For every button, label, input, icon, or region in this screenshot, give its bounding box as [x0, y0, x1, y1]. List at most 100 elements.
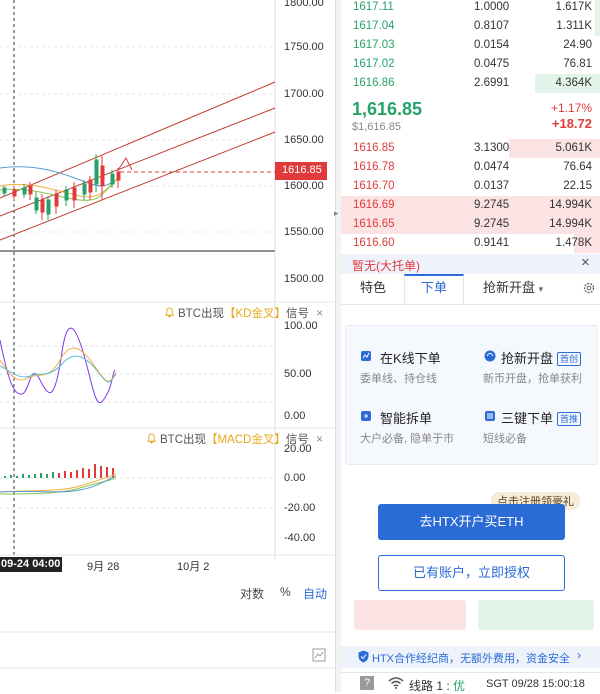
- feature-three-key-sub: 短线必备: [483, 433, 527, 445]
- feature-new-listing-title[interactable]: 抢新开盘 首创: [501, 348, 582, 367]
- sell-button-placeholder[interactable]: [354, 600, 466, 630]
- order-price: 1616.60: [353, 237, 395, 249]
- time-cursor-label: 09-24 04:00: [1, 558, 61, 570]
- bell-icon: [146, 433, 157, 444]
- order-total: 1.617K: [555, 1, 592, 13]
- first-badge: 首创: [557, 352, 582, 366]
- order-price: 1616.85: [353, 142, 395, 154]
- order-total: 4.364K: [555, 77, 592, 89]
- price-axis-label: 1650.00: [284, 134, 324, 146]
- feature-kline-order-sub: 委单线、持仓线: [360, 373, 437, 385]
- order-total: 14.994K: [549, 199, 592, 211]
- screenshot-icon[interactable]: [312, 648, 326, 662]
- order-price: 1617.02: [353, 58, 395, 70]
- last-price: 1,616.85: [352, 99, 423, 119]
- kd-axis-label: 0.00: [284, 410, 306, 422]
- log-scale-toggle[interactable]: 对数: [240, 585, 264, 602]
- change-absolute: +18.72: [551, 116, 592, 131]
- connection-quality: 优: [453, 679, 466, 693]
- orderbook-row[interactable]: 1617.02 0.0475 76.81: [341, 55, 600, 74]
- shield-icon: [358, 650, 369, 663]
- feature-new-listing-sub: 新币开盘，抢单获利: [483, 373, 582, 385]
- price-axis-label: 1500.00: [284, 273, 324, 285]
- time-axis-label: 9月 28: [87, 561, 120, 573]
- order-price: 1616.69: [353, 199, 395, 211]
- orderbook-row[interactable]: 1617.04 0.8107 1.311K: [341, 17, 600, 36]
- depth-bar: [595, 0, 600, 17]
- orderbook-row[interactable]: 1616.60 0.9141 1.478K: [341, 234, 600, 253]
- help-icon[interactable]: ?: [360, 676, 374, 690]
- order-price: 1617.11: [353, 1, 394, 13]
- order-total: 24.90: [563, 39, 592, 51]
- macd-axis-label: 20.00: [284, 443, 312, 455]
- chevron-right-icon[interactable]: ▸: [334, 208, 339, 219]
- order-amount: 0.0154: [474, 39, 510, 51]
- price-axis-label: 1700.00: [284, 88, 324, 100]
- chevron-right-icon: ›: [577, 648, 581, 662]
- order-amount: 0.8107: [474, 20, 510, 32]
- price-channel: [0, 81, 276, 241]
- current-price-label: 1616.85: [282, 164, 322, 176]
- order-price: 1616.65: [353, 218, 395, 230]
- caret-down-icon: ▾: [538, 284, 544, 294]
- auto-scale-toggle[interactable]: 自动: [303, 585, 327, 602]
- order-price: 1616.78: [353, 161, 395, 173]
- orderbook-row[interactable]: 1616.85 3.1300 5.061K: [341, 139, 600, 158]
- tab-order[interactable]: 下单: [421, 280, 447, 304]
- percent-scale-toggle[interactable]: %: [280, 585, 291, 599]
- settings-icon[interactable]: [582, 281, 596, 295]
- macd-axis-label: -40.00: [284, 532, 316, 544]
- price-axis-label: 1800.00: [284, 0, 324, 9]
- orderbook-status: 暂无(大托单): [352, 259, 420, 273]
- orderbook-row[interactable]: 1616.69 9.2745 14.994K: [341, 196, 600, 215]
- smart-split-icon: [361, 411, 371, 421]
- open-account-buy-button[interactable]: 去HTX开户买ETH: [378, 504, 565, 540]
- change-percent: +1.17%: [550, 101, 592, 115]
- orderbook-row[interactable]: 1617.03 0.0154 24.90: [341, 36, 600, 55]
- recommended-badge: 首推: [557, 412, 582, 426]
- order-amount: 9.2745: [474, 218, 510, 230]
- price-axis-label: 1750.00: [284, 41, 324, 53]
- kd-axis-label: 50.00: [284, 368, 312, 380]
- new-listing-icon: [484, 350, 496, 362]
- close-icon[interactable]: ×: [316, 308, 323, 320]
- wifi-icon: [388, 677, 404, 689]
- order-total: 1.311K: [556, 20, 592, 32]
- order-total: 14.994K: [549, 218, 592, 230]
- orderbook-row[interactable]: 1616.78 0.0474 76.64: [341, 158, 600, 177]
- buy-button-placeholder[interactable]: [478, 600, 594, 630]
- close-icon[interactable]: ×: [581, 254, 590, 271]
- authorize-login-button[interactable]: 已有账户，立即授权: [378, 555, 565, 591]
- connection-line[interactable]: 线路 1 : 优: [409, 677, 465, 694]
- orderbook-row[interactable]: 1617.11 1.0000 1.617K: [341, 0, 600, 17]
- clock: SGT 09/28 15:00:18: [486, 678, 585, 690]
- order-total: 1.478K: [555, 237, 592, 249]
- orderbook-row[interactable]: 1616.86 2.6991 4.364K: [341, 74, 600, 93]
- candles: [2, 154, 121, 220]
- bell-icon: [164, 307, 175, 318]
- macd-axis-label: 0.00: [284, 472, 306, 484]
- order-amount: 2.6991: [474, 77, 510, 89]
- kd-line-purple: [0, 327, 116, 403]
- order-price: 1616.70: [353, 180, 395, 192]
- kd-line-cyan: [0, 355, 117, 383]
- feature-kline-order-title[interactable]: 在K线下单: [380, 348, 441, 367]
- orderbook-row[interactable]: 1616.70 0.0137 22.15: [341, 177, 600, 196]
- tab-features[interactable]: 特色: [360, 280, 386, 304]
- feature-three-key-title[interactable]: 三键下单 首推: [501, 408, 582, 427]
- order-amount: 3.1300: [474, 142, 510, 154]
- order-price: 1617.04: [353, 20, 395, 32]
- order-price: 1617.03: [353, 39, 395, 51]
- tab-new-listing[interactable]: 抢新开盘 ▾: [483, 280, 543, 304]
- order-amount: 0.0475: [474, 58, 510, 70]
- order-amount: 1.0000: [474, 1, 510, 13]
- order-amount: 0.9141: [474, 237, 510, 249]
- kd-signal-banner[interactable]: BTC出现【KD金叉】信号 ×: [164, 305, 323, 321]
- feature-smart-split-title[interactable]: 智能拆单: [380, 408, 432, 427]
- time-axis-label: 10月 2: [177, 561, 210, 573]
- broker-note: HTX合作经纪商，无额外费用，资金安全: [372, 653, 570, 665]
- chart-pane[interactable]: 1800.00 1750.00 1700.00 1650.00 1600.00 …: [0, 0, 335, 692]
- orderbook-row[interactable]: 1616.65 9.2745 14.994K: [341, 215, 600, 234]
- last-price-usd: $1,616.85: [352, 121, 401, 133]
- macd-histogram: [4, 464, 114, 478]
